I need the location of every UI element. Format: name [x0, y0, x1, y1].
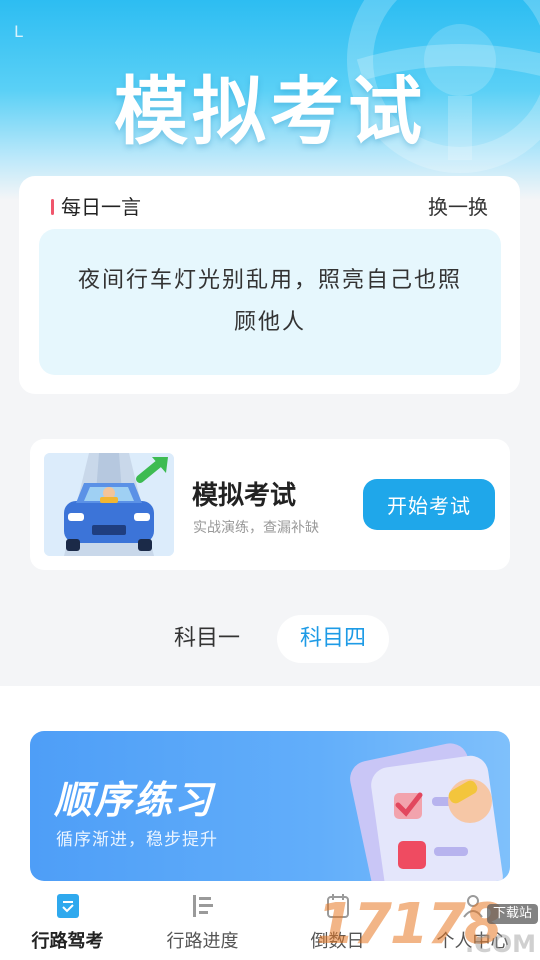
start-exam-button[interactable]: 开始考试	[363, 479, 495, 530]
page-title: 模拟考试	[114, 69, 426, 155]
exam-card-subtitle: 实战演练，查漏补缺	[193, 520, 319, 536]
car-illustration-icon	[44, 453, 174, 556]
quote-box: 夜间行车灯光别乱用，照亮自己也照顾他人	[39, 229, 501, 375]
tab-subject-one[interactable]: 科目一	[155, 615, 259, 663]
nav-item-progress[interactable]: 行路进度	[135, 893, 270, 955]
practice-subtitle: 循序渐进，稳步提升	[56, 830, 218, 850]
mock-exam-card[interactable]: 模拟考试 实战演练，查漏补缺 开始考试	[30, 439, 510, 570]
quote-text: 夜间行车灯光别乱用，照亮自己也照顾他人	[77, 268, 462, 335]
sequential-practice-card[interactable]: 顺序练习 循序渐进，稳步提升	[30, 731, 510, 881]
watermark-tag: 下载站	[486, 904, 538, 924]
checklist-illustration-icon	[350, 743, 503, 881]
site-watermark: 17178 下载站 .COM	[316, 890, 540, 960]
daily-quote-card: 每日一言 换一换 夜间行车灯光别乱用，照亮自己也照顾他人	[19, 176, 520, 394]
tab-subject-four[interactable]: 科目四	[277, 615, 389, 663]
daily-quote-label: 每日一言	[51, 194, 141, 220]
nav-item-exam[interactable]: 行路驾考	[0, 893, 135, 955]
refresh-quote-button[interactable]: 换一换	[428, 194, 488, 220]
subject-tabs: 科目一 科目四	[0, 615, 540, 663]
nav-label-exam: 行路驾考	[31, 931, 104, 952]
nav-label-progress: 行路进度	[166, 931, 239, 952]
practice-title: 顺序练习	[54, 778, 215, 822]
header-banner: L 模拟考试	[0, 0, 540, 200]
progress-icon	[192, 895, 213, 917]
exam-icon	[56, 894, 79, 918]
status-bar-glyph: L	[14, 22, 23, 41]
watermark-domain: .COM	[464, 930, 536, 958]
exam-card-title: 模拟考试	[192, 481, 297, 511]
